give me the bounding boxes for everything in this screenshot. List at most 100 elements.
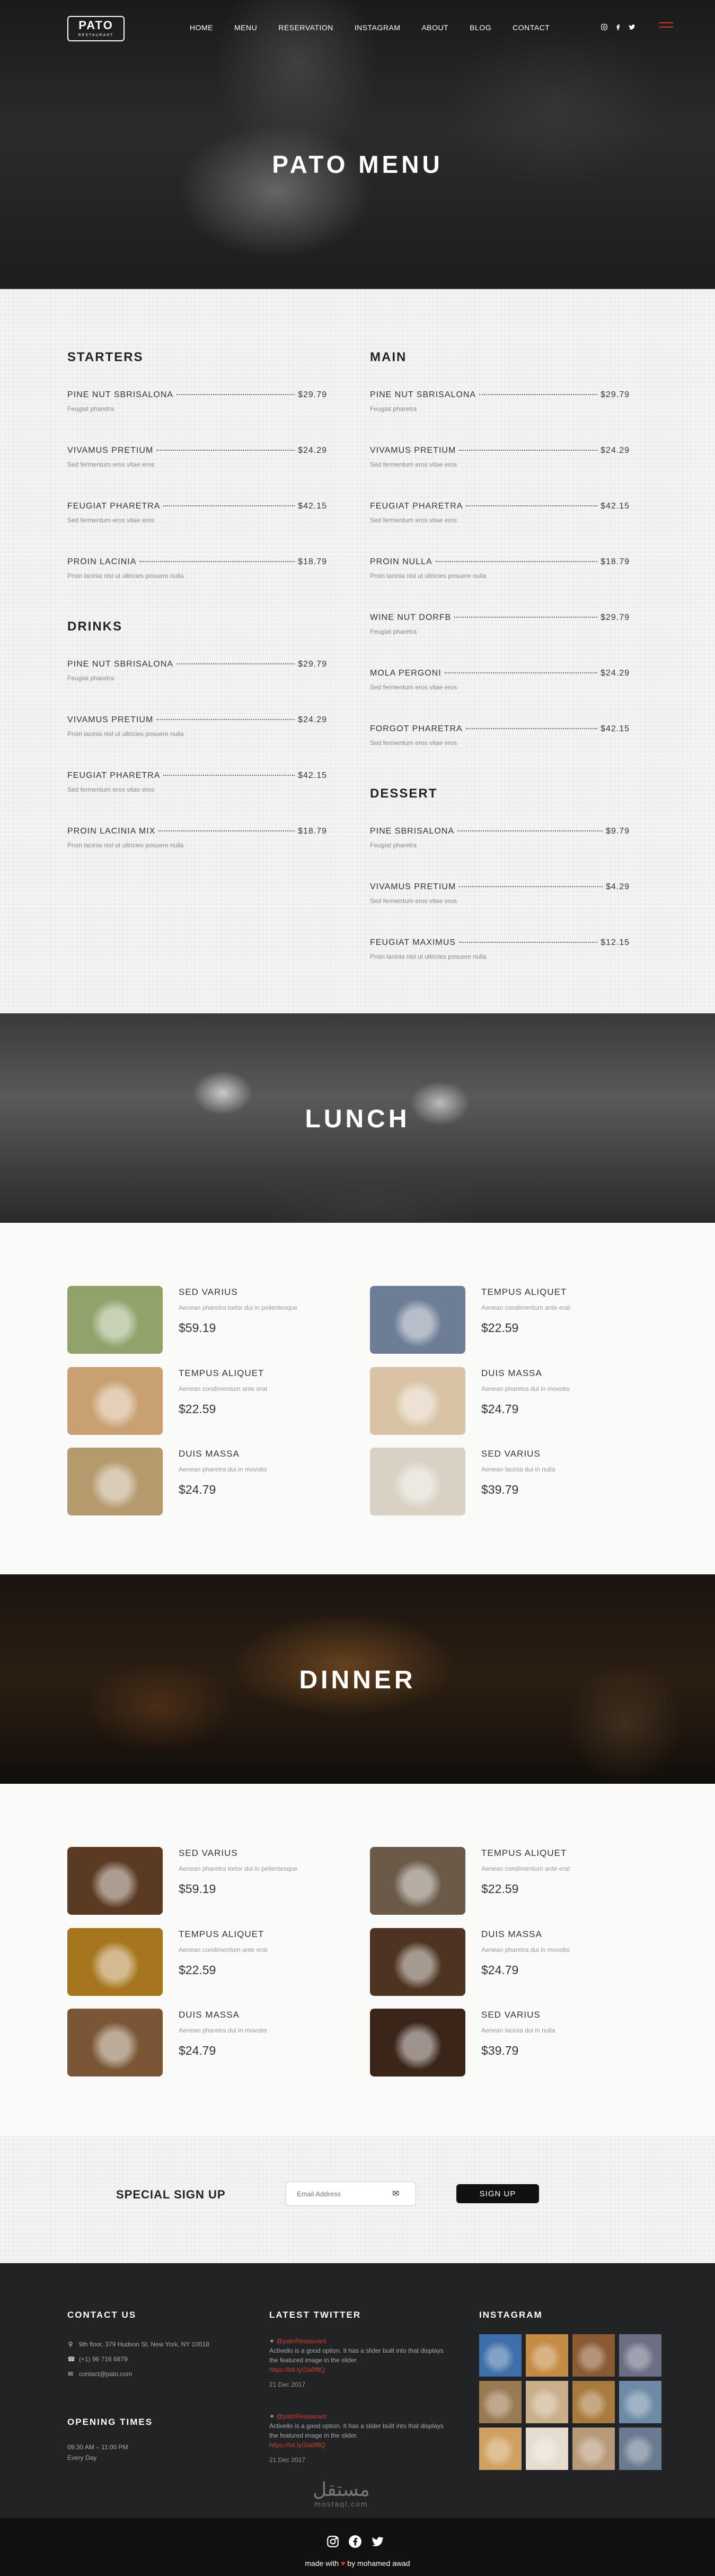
nav-link-blog[interactable]: BLOG [470,23,491,32]
credit-suffix: by mohamed awad [347,2559,410,2568]
menu-item-row: PROIN LACINIA MIX $18.79 [67,827,327,836]
dotted-leader [163,505,295,506]
instagram-thumbnail[interactable] [572,2381,615,2423]
instagram-thumbnail[interactable] [479,2381,522,2423]
dotted-leader [457,830,603,831]
tweet-link[interactable]: https://bit.ly/2ia0ffiQ [269,2440,449,2450]
dish-price: $22.59 [179,1402,216,1416]
menu-item-row: PROIN NULLA $18.79 [370,557,630,567]
instagram-thumbnail[interactable] [479,2334,522,2377]
menu-item: PROIN LACINIA $18.79 Proin lacinia nisl ut… [67,557,326,613]
instagram-grid [479,2334,661,2470]
dish-card[interactable]: TEMPUS ALIQUET Aenean condimentum ante er… [370,1286,635,1357]
nav-link-contact[interactable]: CONTACT [513,23,550,32]
dish-image [370,1367,465,1435]
credit-line: made with ♥ by mohamed awad [0,2559,715,2568]
email-field[interactable] [297,2189,392,2198]
menu-item-row: MOLA PERGONI $24.29 [370,669,630,678]
dish-name: DUIS MASSA [481,1929,542,1939]
email-text[interactable]: contact@pato.com [79,2370,132,2378]
dish-info: TEMPUS ALIQUET Aenean condimentum ante er… [465,1847,570,1918]
menu-item-name: FEUGIAT PHARETRA [67,502,161,511]
menu-item-price: $18.79 [601,557,630,566]
menu-item-price: $4.29 [605,882,630,891]
instagram-thumbnail[interactable] [526,2428,568,2470]
instagram-icon[interactable] [326,2535,340,2552]
dish-name: TEMPUS ALIQUET [179,1368,264,1378]
menu-item: PROIN NULLA $18.79 Proin lacinia nisl ut u… [370,557,629,613]
menu-item-row: FEUGIAT MAXIMUS $12.15 [370,938,630,948]
menu-item-description: Proin lacinia nisl ut ultricies posuere … [67,842,184,849]
logo-subtext: RESTAURANT [78,33,114,37]
signup-title: SPECIAL SIGN UP [116,2188,226,2201]
dish-card[interactable]: SED VARIUS Aenean pharetra tortor dui in … [67,1286,332,1357]
nav-link-instagram[interactable]: INSTAGRAM [355,23,401,32]
menu-item-description: Sed fermentum eros vitae eros [67,516,155,524]
dish-image [67,2009,163,2076]
dish-info: DUIS MASSA Aenean pharetra dui in movobs $… [163,2009,267,2080]
dish-card[interactable]: SED VARIUS Aenean lacinia dui in nulla $39… [370,1448,635,1519]
dish-card[interactable]: TEMPUS ALIQUET Aenean condimentum ante er… [67,1367,332,1439]
nav-link-home[interactable]: HOME [190,23,213,32]
dish-card[interactable]: TEMPUS ALIQUET Aenean condimentum ante er… [67,1928,332,2000]
tweet-link[interactable]: https://bit.ly/2ia0ffiQ [269,2365,449,2375]
instagram-thumbnail[interactable] [572,2428,615,2470]
dish-price: $22.59 [481,1321,519,1335]
hours-title: OPENING TIMES [67,2417,153,2427]
drinks-list: PINE NUT SBRISALONA $29.79 Feugiat pharetr… [67,660,326,882]
tweet: ✦ @patoRestaurant Activello is a good op… [269,2336,449,2389]
phone-line: ☎ (+1) 96 716 6879 [67,2355,128,2363]
logo[interactable]: PATO RESTAURANT [67,16,125,41]
dish-price: $59.19 [179,1321,216,1335]
signup-button[interactable]: SIGN UP [456,2184,539,2203]
menu-item-name: PROIN NULLA [370,557,432,566]
logo-text: PATO [78,19,113,32]
dish-card[interactable]: SED VARIUS Aenean lacinia dui in nulla $39… [370,2009,635,2080]
dish-card[interactable]: DUIS MASSA Aenean pharetra dui in movobs $… [370,1928,635,2000]
twitter-icon[interactable] [628,23,635,32]
menu-item-row: VIVAMUS PRETIUM $24.29 [67,446,327,455]
menu-item: WINE NUT DORFB $29.79 Feugiat pharetra [370,613,629,669]
twitter-icon[interactable] [370,2535,384,2552]
menu-item-row: PINE NUT SBRISALONA $29.79 [67,390,327,400]
instagram-thumbnail[interactable] [526,2381,568,2423]
dish-description: Aenean pharetra tortor dui in pellentesq… [179,1304,298,1311]
dotted-leader [454,617,598,618]
menu-item-row: WINE NUT DORFB $29.79 [370,613,630,623]
menu-column-left: STARTERS PINE NUT SBRISALONA $29.79 Feugia… [67,350,326,882]
dotted-leader [458,942,598,943]
hamburger-icon[interactable] [659,22,673,31]
address-text: 9th floor, 379 Hudson St, New York, NY 1… [79,2341,209,2348]
instagram-thumbnail[interactable] [619,2381,661,2423]
dish-card[interactable]: SED VARIUS Aenean pharetra tortor dui in … [67,1847,332,1918]
instagram-thumbnail[interactable] [572,2334,615,2377]
nav-link-menu[interactable]: MENU [234,23,257,32]
dish-card[interactable]: DUIS MASSA Aenean pharetra dui in movobs $… [370,1367,635,1439]
menu-item: VIVAMUS PRETIUM $24.29 Sed fermentum eros … [67,446,326,502]
tweet-handle[interactable]: @patoRestaurant [276,2337,326,2345]
menu-item: PINE NUT SBRISALONA $29.79 Feugiat pharetr… [370,390,629,446]
menu-item: FEUGIAT MAXIMUS $12.15 Proin lacinia nisl … [370,938,629,994]
nav-link-about[interactable]: ABOUT [421,23,448,32]
instagram-thumbnail[interactable] [526,2334,568,2377]
instagram-thumbnail[interactable] [479,2428,522,2470]
menu-item-row: VIVAMUS PRETIUM $24.29 [67,715,327,725]
dish-image [370,1928,465,1996]
facebook-icon[interactable] [348,2535,362,2552]
facebook-icon[interactable] [614,23,622,32]
dish-price: $59.19 [179,1882,216,1896]
phone-icon: ☎ [67,2355,75,2363]
nav-link-reservation[interactable]: RESERVATION [278,23,333,32]
menu-item-description: Feugiat pharetra [67,405,114,413]
tweet-handle[interactable]: @patoRestaurant [276,2413,326,2420]
instagram-thumbnail[interactable] [619,2334,661,2377]
instagram-icon[interactable] [601,23,608,32]
menu-item: FORGOT PHARETRA $42.15 Sed fermentum eros … [370,724,629,780]
dish-card[interactable]: DUIS MASSA Aenean pharetra dui in movobs $… [67,1448,332,1519]
menu-item-row: VIVAMUS PRETIUM $4.29 [370,882,630,892]
menu-item-name: VIVAMUS PRETIUM [67,715,154,724]
dish-card[interactable]: TEMPUS ALIQUET Aenean condimentum ante er… [370,1847,635,1918]
menu-item-price: $24.29 [601,669,630,678]
dish-card[interactable]: DUIS MASSA Aenean pharetra dui in movobs $… [67,2009,332,2080]
instagram-thumbnail[interactable] [619,2428,661,2470]
